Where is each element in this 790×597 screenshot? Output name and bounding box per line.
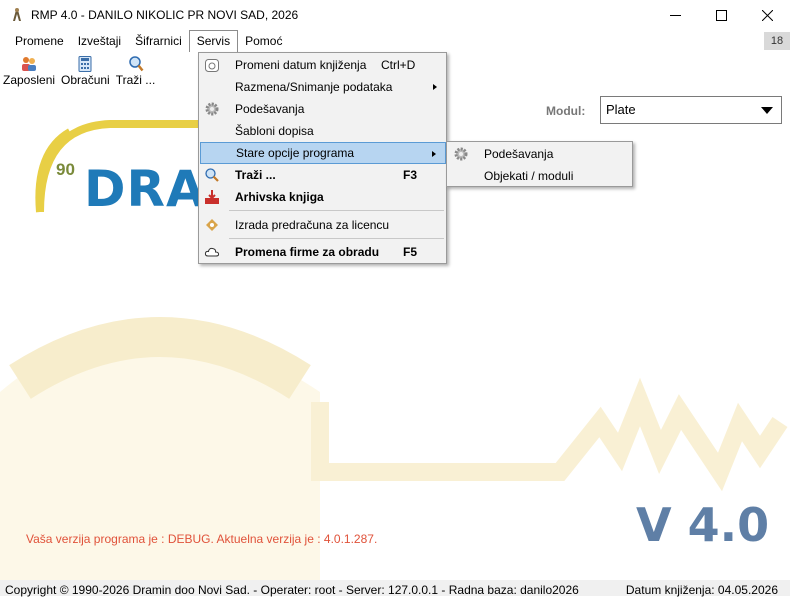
menu-item-label: Stare opcije programa bbox=[236, 146, 355, 160]
menu-promene[interactable]: Promene bbox=[8, 30, 71, 52]
app-icon bbox=[13, 8, 21, 21]
maximize-icon bbox=[715, 9, 727, 21]
menu-pomoc[interactable]: Pomoć bbox=[238, 30, 289, 52]
menu-item-trazi[interactable]: Traži ... F3 bbox=[200, 164, 446, 186]
menu-item-label: Izrada predračuna za licencu bbox=[235, 218, 390, 232]
close-icon bbox=[761, 9, 773, 21]
menu-item-razmena[interactable]: Razmena/Snimanje podataka bbox=[200, 76, 446, 98]
status-copyright: Copyright © 1990-2026 Dramin doo Novi Sa… bbox=[5, 583, 579, 597]
status-bar: Copyright © 1990-2026 Dramin doo Novi Sa… bbox=[0, 580, 790, 597]
search-icon bbox=[205, 168, 219, 182]
menu-item-predracun[interactable]: Izrada predračuna za licencu bbox=[200, 214, 446, 236]
menu-item-label: Šabloni dopisa bbox=[235, 124, 314, 138]
menu-item-label: Promeni datum knjiženja bbox=[235, 58, 367, 72]
logo-badge: 90 bbox=[56, 160, 75, 179]
gear-icon bbox=[454, 147, 468, 161]
count-badge: 18 bbox=[764, 32, 790, 50]
menu-item-label: Arhivska knjiga bbox=[235, 190, 324, 204]
gear-icon bbox=[205, 102, 219, 116]
version-message: Vaša verzija programa je : DEBUG. Aktuel… bbox=[26, 532, 378, 546]
menu-item-stare-opcije[interactable]: Stare opcije programa bbox=[200, 142, 446, 164]
toolbar-trazi-label: Traži ... bbox=[115, 73, 156, 87]
cloud-icon bbox=[204, 247, 220, 257]
chevron-right-icon bbox=[433, 84, 437, 90]
submenu-item-podesavanja[interactable]: Podešavanja bbox=[448, 143, 632, 165]
menu-item-label: Podešavanja bbox=[235, 102, 305, 116]
minimize-icon bbox=[669, 14, 681, 16]
logo-text: DRAMIN bbox=[84, 160, 198, 218]
stare-opcije-submenu: Podešavanja Objekati / moduli bbox=[446, 141, 633, 187]
toolbar-obracuni-button[interactable]: Obračuni bbox=[58, 52, 113, 92]
menu-sifrarnici[interactable]: Šifrarnici bbox=[128, 30, 189, 52]
menu-bar: Promene Izveštaji Šifrarnici Servis Pomo… bbox=[0, 30, 790, 52]
people-icon bbox=[22, 57, 37, 71]
title-bar: RMP 4.0 - DANILO NIKOLIC PR NOVI SAD, 20… bbox=[0, 0, 790, 30]
menu-item-podesavanja[interactable]: Podešavanja bbox=[200, 98, 446, 120]
modul-value: Plate bbox=[606, 102, 636, 117]
menu-servis[interactable]: Servis bbox=[188, 30, 239, 52]
calendar-icon bbox=[205, 59, 219, 72]
version-label: V 4.0 bbox=[636, 498, 770, 552]
submenu-item-label: Objekati / moduli bbox=[484, 169, 574, 183]
submenu-item-objekati[interactable]: Objekati / moduli bbox=[448, 165, 632, 187]
chevron-right-icon bbox=[432, 151, 436, 157]
menu-item-label: Traži ... bbox=[235, 168, 276, 182]
menu-separator bbox=[229, 210, 444, 211]
toolbar-zaposleni-label: Zaposleni bbox=[3, 73, 56, 87]
calculator-icon bbox=[78, 56, 92, 72]
menu-item-shortcut: Ctrl+D bbox=[381, 58, 416, 72]
chevron-down-icon bbox=[761, 107, 773, 114]
menu-item-arhivska-knjiga[interactable]: Arhivska knjiga bbox=[200, 186, 446, 208]
menu-item-promeni-datum[interactable]: Promeni datum knjiženja Ctrl+D bbox=[200, 54, 446, 76]
minimize-button[interactable] bbox=[652, 0, 698, 30]
menu-item-shortcut: F5 bbox=[403, 245, 418, 259]
modul-select[interactable]: Plate bbox=[600, 96, 782, 124]
license-icon bbox=[206, 219, 218, 231]
window-title: RMP 4.0 - DANILO NIKOLIC PR NOVI SAD, 20… bbox=[31, 8, 299, 22]
search-icon bbox=[128, 56, 143, 72]
toolbar-trazi-button[interactable]: Traži ... bbox=[113, 52, 159, 92]
modul-label: Modul: bbox=[546, 104, 586, 118]
status-posting-date: Datum knjiženja: 04.05.2026 bbox=[625, 583, 778, 597]
maximize-button[interactable] bbox=[698, 0, 744, 30]
menu-item-shortcut: F3 bbox=[403, 168, 418, 182]
menu-item-promena-firme[interactable]: Promena firme za obradu F5 bbox=[200, 241, 446, 263]
servis-menu: Promeni datum knjiženja Ctrl+D Razmena/S… bbox=[198, 52, 447, 264]
toolbar-obracuni-label: Obračuni bbox=[61, 73, 110, 87]
menu-item-label: Promena firme za obradu bbox=[235, 245, 380, 259]
menu-separator bbox=[229, 238, 444, 239]
close-button[interactable] bbox=[744, 0, 790, 30]
submenu-item-label: Podešavanja bbox=[484, 147, 554, 161]
menu-item-label: Razmena/Snimanje podataka bbox=[235, 80, 393, 94]
archive-icon bbox=[205, 190, 219, 204]
menu-izvestaji[interactable]: Izveštaji bbox=[71, 30, 128, 52]
toolbar-zaposleni-button[interactable]: Zaposleni bbox=[0, 52, 58, 92]
menu-item-sabloni[interactable]: Šabloni dopisa bbox=[200, 120, 446, 142]
